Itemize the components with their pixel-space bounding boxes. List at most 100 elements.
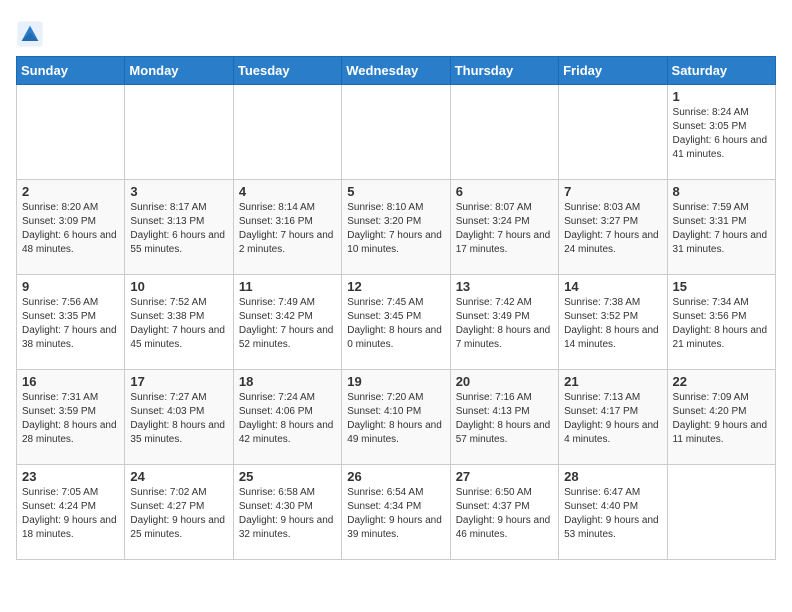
calendar-cell-5-6: 28 Sunrise: 6:47 AM Sunset: 4:40 PM Dayli…: [559, 465, 667, 560]
calendar-cell-3-7: 15 Sunrise: 7:34 AM Sunset: 3:56 PM Dayli…: [667, 275, 775, 370]
day-number: 18: [239, 374, 336, 389]
day-info: Sunrise: 8:10 AM Sunset: 3:20 PM Dayligh…: [347, 201, 444, 257]
day-info: Sunrise: 7:27 AM Sunset: 4:03 PM Dayligh…: [130, 391, 227, 447]
day-info: Sunrise: 7:20 AM Sunset: 4:10 PM Dayligh…: [347, 391, 444, 447]
day-info: Sunrise: 7:09 AM Sunset: 4:20 PM Dayligh…: [673, 391, 770, 447]
calendar-cell-4-3: 18 Sunrise: 7:24 AM Sunset: 4:06 PM Dayli…: [233, 370, 341, 465]
calendar: SundayMondayTuesdayWednesdayThursdayFrid…: [16, 56, 776, 560]
calendar-cell-5-3: 25 Sunrise: 6:58 AM Sunset: 4:30 PM Dayli…: [233, 465, 341, 560]
day-number: 19: [347, 374, 444, 389]
day-number: 15: [673, 279, 770, 294]
day-number: 11: [239, 279, 336, 294]
calendar-week-2: 2 Sunrise: 8:20 AM Sunset: 3:09 PM Daylig…: [17, 180, 776, 275]
day-number: 5: [347, 184, 444, 199]
header-tuesday: Tuesday: [233, 57, 341, 85]
day-number: 24: [130, 469, 227, 484]
day-number: 20: [456, 374, 553, 389]
day-info: Sunrise: 7:05 AM Sunset: 4:24 PM Dayligh…: [22, 486, 119, 542]
calendar-cell-1-7: 1 Sunrise: 8:24 AM Sunset: 3:05 PM Daylig…: [667, 85, 775, 180]
calendar-cell-5-1: 23 Sunrise: 7:05 AM Sunset: 4:24 PM Dayli…: [17, 465, 125, 560]
calendar-cell-1-6: [559, 85, 667, 180]
day-number: 21: [564, 374, 661, 389]
calendar-cell-1-5: [450, 85, 558, 180]
day-info: Sunrise: 7:16 AM Sunset: 4:13 PM Dayligh…: [456, 391, 553, 447]
day-info: Sunrise: 7:59 AM Sunset: 3:31 PM Dayligh…: [673, 201, 770, 257]
day-info: Sunrise: 6:50 AM Sunset: 4:37 PM Dayligh…: [456, 486, 553, 542]
calendar-cell-2-6: 7 Sunrise: 8:03 AM Sunset: 3:27 PM Daylig…: [559, 180, 667, 275]
day-info: Sunrise: 7:24 AM Sunset: 4:06 PM Dayligh…: [239, 391, 336, 447]
day-number: 7: [564, 184, 661, 199]
calendar-cell-5-2: 24 Sunrise: 7:02 AM Sunset: 4:27 PM Dayli…: [125, 465, 233, 560]
day-number: 3: [130, 184, 227, 199]
calendar-cell-4-7: 22 Sunrise: 7:09 AM Sunset: 4:20 PM Dayli…: [667, 370, 775, 465]
header-thursday: Thursday: [450, 57, 558, 85]
day-info: Sunrise: 8:17 AM Sunset: 3:13 PM Dayligh…: [130, 201, 227, 257]
day-info: Sunrise: 8:07 AM Sunset: 3:24 PM Dayligh…: [456, 201, 553, 257]
day-number: 26: [347, 469, 444, 484]
calendar-cell-3-2: 10 Sunrise: 7:52 AM Sunset: 3:38 PM Dayli…: [125, 275, 233, 370]
day-number: 22: [673, 374, 770, 389]
day-number: 17: [130, 374, 227, 389]
calendar-week-1: 1 Sunrise: 8:24 AM Sunset: 3:05 PM Daylig…: [17, 85, 776, 180]
day-number: 1: [673, 89, 770, 104]
header: [16, 16, 776, 48]
calendar-cell-4-1: 16Sunrise: 7:31 AM Sunset: 3:59 PM Dayli…: [17, 370, 125, 465]
calendar-week-5: 23 Sunrise: 7:05 AM Sunset: 4:24 PM Dayli…: [17, 465, 776, 560]
calendar-cell-4-5: 20 Sunrise: 7:16 AM Sunset: 4:13 PM Dayli…: [450, 370, 558, 465]
day-number: 25: [239, 469, 336, 484]
day-number: 28: [564, 469, 661, 484]
header-monday: Monday: [125, 57, 233, 85]
day-number: 13: [456, 279, 553, 294]
day-info: Sunrise: 7:38 AM Sunset: 3:52 PM Dayligh…: [564, 296, 661, 352]
header-saturday: Saturday: [667, 57, 775, 85]
header-wednesday: Wednesday: [342, 57, 450, 85]
calendar-cell-2-5: 6 Sunrise: 8:07 AM Sunset: 3:24 PM Daylig…: [450, 180, 558, 275]
calendar-cell-3-6: 14 Sunrise: 7:38 AM Sunset: 3:52 PM Dayli…: [559, 275, 667, 370]
calendar-cell-2-1: 2 Sunrise: 8:20 AM Sunset: 3:09 PM Daylig…: [17, 180, 125, 275]
calendar-cell-1-2: [125, 85, 233, 180]
day-number: 4: [239, 184, 336, 199]
calendar-cell-1-1: [17, 85, 125, 180]
day-info: Sunrise: 7:42 AM Sunset: 3:49 PM Dayligh…: [456, 296, 553, 352]
day-info: Sunrise: 7:34 AM Sunset: 3:56 PM Dayligh…: [673, 296, 770, 352]
day-info: Sunrise: 7:49 AM Sunset: 3:42 PM Dayligh…: [239, 296, 336, 352]
day-number: 10: [130, 279, 227, 294]
day-number: 16: [22, 374, 119, 389]
day-info: Sunrise: 8:03 AM Sunset: 3:27 PM Dayligh…: [564, 201, 661, 257]
calendar-cell-4-2: 17 Sunrise: 7:27 AM Sunset: 4:03 PM Dayli…: [125, 370, 233, 465]
header-sunday: Sunday: [17, 57, 125, 85]
day-number: 27: [456, 469, 553, 484]
calendar-cell-3-4: 12Sunrise: 7:45 AM Sunset: 3:45 PM Dayli…: [342, 275, 450, 370]
header-friday: Friday: [559, 57, 667, 85]
calendar-cell-2-7: 8 Sunrise: 7:59 AM Sunset: 3:31 PM Daylig…: [667, 180, 775, 275]
day-info: Sunrise: 7:13 AM Sunset: 4:17 PM Dayligh…: [564, 391, 661, 447]
calendar-cell-4-6: 21 Sunrise: 7:13 AM Sunset: 4:17 PM Dayli…: [559, 370, 667, 465]
day-info: Sunrise: 7:52 AM Sunset: 3:38 PM Dayligh…: [130, 296, 227, 352]
logo: [16, 20, 48, 48]
calendar-cell-5-5: 27 Sunrise: 6:50 AM Sunset: 4:37 PM Dayli…: [450, 465, 558, 560]
day-number: 6: [456, 184, 553, 199]
day-info: Sunrise: 7:02 AM Sunset: 4:27 PM Dayligh…: [130, 486, 227, 542]
day-number: 23: [22, 469, 119, 484]
calendar-cell-4-4: 19 Sunrise: 7:20 AM Sunset: 4:10 PM Dayli…: [342, 370, 450, 465]
day-info: Sunrise: 7:56 AM Sunset: 3:35 PM Dayligh…: [22, 296, 119, 352]
calendar-week-4: 16Sunrise: 7:31 AM Sunset: 3:59 PM Dayli…: [17, 370, 776, 465]
day-info: Sunrise: 8:14 AM Sunset: 3:16 PM Dayligh…: [239, 201, 336, 257]
calendar-cell-5-7: [667, 465, 775, 560]
day-number: 14: [564, 279, 661, 294]
day-info: Sunrise: 6:47 AM Sunset: 4:40 PM Dayligh…: [564, 486, 661, 542]
calendar-cell-2-4: 5 Sunrise: 8:10 AM Sunset: 3:20 PM Daylig…: [342, 180, 450, 275]
day-number: 2: [22, 184, 119, 199]
logo-icon: [16, 20, 44, 48]
calendar-cell-1-4: [342, 85, 450, 180]
day-info: Sunrise: 8:20 AM Sunset: 3:09 PM Dayligh…: [22, 201, 119, 257]
day-number: 8: [673, 184, 770, 199]
day-number: 9: [22, 279, 119, 294]
day-info: Sunrise: 6:58 AM Sunset: 4:30 PM Dayligh…: [239, 486, 336, 542]
day-info: Sunrise: 8:24 AM Sunset: 3:05 PM Dayligh…: [673, 106, 770, 162]
calendar-cell-2-2: 3 Sunrise: 8:17 AM Sunset: 3:13 PM Daylig…: [125, 180, 233, 275]
calendar-cell-3-1: 9 Sunrise: 7:56 AM Sunset: 3:35 PM Daylig…: [17, 275, 125, 370]
calendar-cell-2-3: 4 Sunrise: 8:14 AM Sunset: 3:16 PM Daylig…: [233, 180, 341, 275]
day-info: Sunrise: 7:45 AM Sunset: 3:45 PM Dayligh…: [347, 296, 444, 352]
calendar-cell-1-3: [233, 85, 341, 180]
